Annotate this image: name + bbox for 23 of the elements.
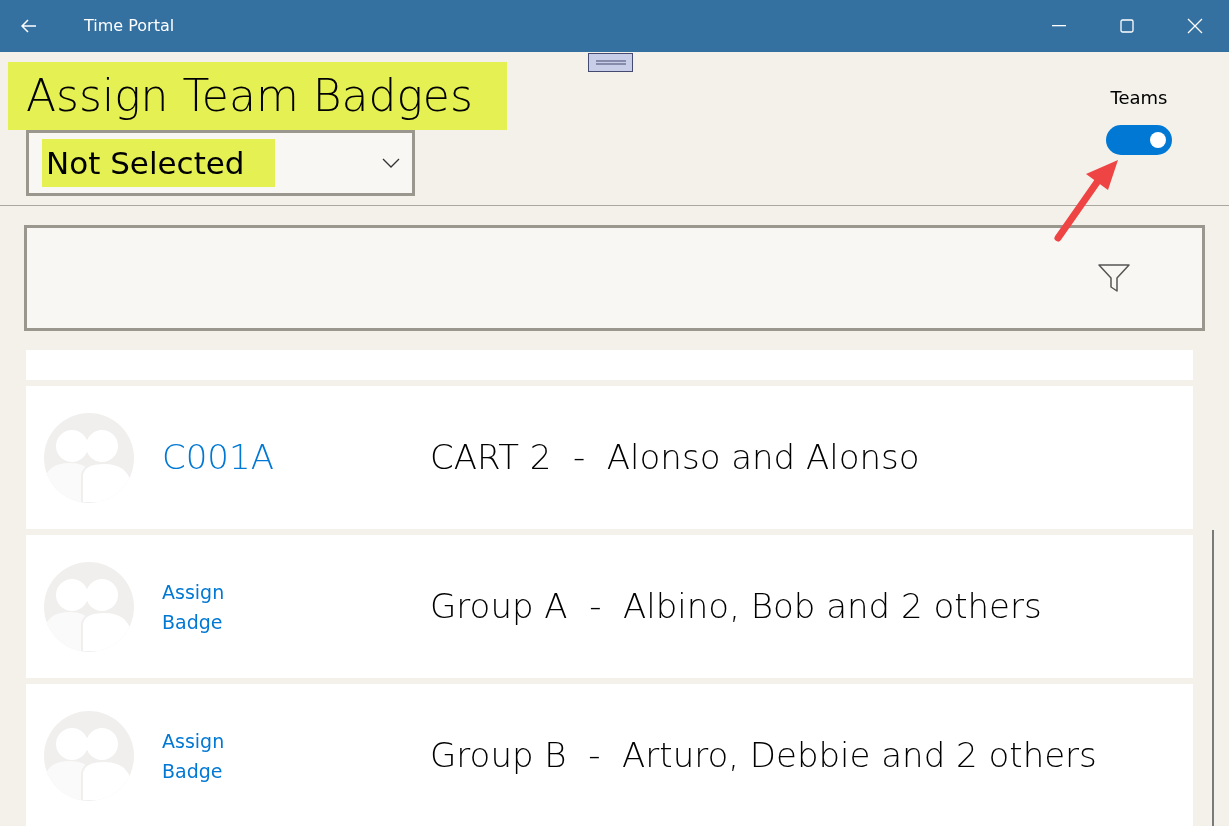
teams-toggle[interactable] bbox=[1106, 125, 1172, 155]
team-row[interactable]: C001A CART 2 - Alonso and Alonso bbox=[26, 386, 1193, 529]
assign-badge-link[interactable]: Assign Badge bbox=[162, 576, 242, 637]
filter-icon bbox=[1098, 264, 1130, 292]
maximize-icon bbox=[1120, 19, 1134, 33]
back-arrow-icon bbox=[21, 19, 37, 33]
scrollbar-thumb[interactable] bbox=[1212, 530, 1214, 826]
team-description: Group A - Albino, Bob and 2 others bbox=[430, 585, 1042, 628]
minimize-icon bbox=[1052, 25, 1066, 27]
grip-lines-icon bbox=[595, 60, 626, 65]
badge-code[interactable]: C001A bbox=[162, 437, 274, 477]
chevron-down-icon bbox=[382, 158, 400, 168]
close-icon bbox=[1187, 18, 1203, 34]
window-title: Time Portal bbox=[84, 15, 175, 37]
grip-handle[interactable] bbox=[588, 53, 633, 72]
team-row[interactable]: Assign Badge Group A - Albino, Bob and 2 others bbox=[26, 535, 1193, 678]
team-description: CART 2 - Alonso and Alonso bbox=[430, 436, 920, 479]
teams-toggle-label: Teams bbox=[1110, 86, 1168, 110]
page-title: Assign Team Badges bbox=[8, 62, 507, 130]
team-description: Group B - Arturo, Debbie and 2 others bbox=[430, 734, 1097, 777]
assign-badge-link[interactable]: Assign Badge bbox=[162, 725, 242, 786]
team-dropdown[interactable]: Not Selected bbox=[26, 130, 415, 196]
team-row[interactable]: Assign Badge Group B - Arturo, Debbie and 2 others bbox=[26, 684, 1193, 826]
